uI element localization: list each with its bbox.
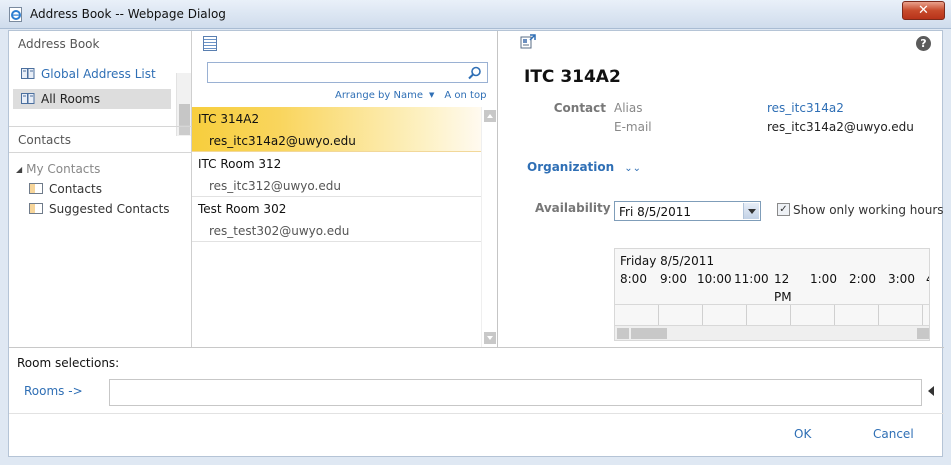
window-title: Address Book -- Webpage Dialog: [30, 7, 226, 21]
scroll-left-arrow[interactable]: [617, 328, 629, 339]
dropdown-arrow-icon[interactable]: [743, 203, 759, 219]
hour-label: 10:00: [697, 272, 732, 286]
bottom-divider: [9, 347, 944, 348]
tree-root-label: My Contacts: [26, 162, 101, 176]
organization-expander[interactable]: Organization ⌄⌄: [527, 160, 641, 174]
list-item[interactable]: Test Room 302 res_test302@uwyo.edu: [192, 197, 481, 242]
room-email: res_itc312@uwyo.edu: [209, 179, 341, 193]
room-list-pane: Arrange by Name ▼ A on top ITC 314A2 res_i…: [192, 31, 498, 347]
cancel-button[interactable]: Cancel: [873, 427, 914, 441]
expand-triangle-icon[interactable]: ◢: [16, 165, 22, 174]
hour-label: 4: [926, 272, 929, 286]
search-input[interactable]: [208, 63, 463, 82]
nav-item-global-address-list[interactable]: Global Address List: [13, 64, 171, 84]
contact-section-label: Contact: [553, 101, 606, 115]
scroll-right-arrow[interactable]: [917, 328, 929, 339]
room-name: Test Room 302: [198, 202, 287, 216]
button-divider: [9, 413, 944, 414]
alias-label: Alias: [614, 101, 643, 115]
tree-root-my-contacts[interactable]: ◢ My Contacts: [16, 162, 136, 176]
rooms-selection-field[interactable]: [109, 379, 922, 406]
sort-controls: Arrange by Name ▼ A on top: [335, 90, 486, 101]
hour-label: 3:00: [888, 272, 915, 286]
availability-label: Availability: [535, 201, 611, 215]
availability-schedule: Friday 8/5/2011 8:00 9:00 10:00 11:00 12…: [614, 248, 930, 341]
address-book-title: Address Book: [18, 37, 100, 51]
email-value: res_itc314a2@uwyo.edu: [767, 120, 914, 134]
date-value: Fri 8/5/2011: [619, 205, 692, 219]
hour-label: 8:00: [620, 272, 647, 286]
room-list-scrollbar[interactable]: [481, 107, 497, 347]
tree-item-contacts[interactable]: Contacts: [29, 182, 102, 196]
tree-item-suggested-contacts[interactable]: Suggested Contacts: [29, 202, 170, 216]
close-button[interactable]: ✕: [902, 1, 945, 20]
ok-button[interactable]: OK: [794, 427, 811, 441]
nav-item-label: All Rooms: [41, 92, 101, 106]
list-item[interactable]: ITC Room 312 res_itc312@uwyo.edu: [192, 152, 481, 197]
room-details-pane: ? ITC 314A2 Contact Alias res_itc314a2 E…: [499, 31, 944, 347]
arrange-by-dropdown[interactable]: Arrange by Name: [335, 90, 423, 101]
room-email: res_itc314a2@uwyo.edu: [209, 134, 356, 148]
hour-label: 2:00: [849, 272, 876, 286]
hour-label: 11:00: [734, 272, 769, 286]
address-list-panel: Global Address List All Rooms: [9, 59, 192, 136]
room-title: ITC 314A2: [524, 67, 621, 87]
room-name: ITC Room 312: [198, 157, 282, 171]
tree-item-label: Contacts: [49, 182, 102, 196]
collapse-arrow-icon[interactable]: [928, 386, 934, 396]
room-email: res_test302@uwyo.edu: [209, 224, 350, 238]
contact-card-icon: [29, 203, 43, 214]
alias-link[interactable]: res_itc314a2: [767, 101, 844, 115]
contact-card-icon: [29, 183, 43, 194]
contact-details-icon[interactable]: [520, 34, 536, 50]
list-item-selected[interactable]: ITC 314A2 res_itc314a2@uwyo.edu: [192, 107, 481, 152]
tree-item-label: Suggested Contacts: [49, 202, 170, 216]
hour-label: 12: [774, 272, 790, 286]
contacts-title: Contacts: [18, 133, 71, 147]
scroll-down-arrow[interactable]: [484, 332, 496, 344]
pm-label: PM: [774, 290, 792, 304]
chevron-down-icon[interactable]: ▼: [429, 91, 434, 99]
hour-label: 1:00: [810, 272, 837, 286]
hour-label: 9:00: [660, 272, 687, 286]
left-navigation: Address Book Global Address List All Roo…: [9, 31, 192, 347]
help-icon[interactable]: ?: [916, 36, 931, 51]
schedule-day-label: Friday 8/5/2011: [620, 254, 715, 268]
section-divider: [9, 152, 192, 153]
list-view-icon[interactable]: [203, 36, 217, 51]
address-book-dialog: Address Book Global Address List All Roo…: [8, 30, 944, 457]
title-bar: Address Book -- Webpage Dialog ✕: [0, 0, 951, 29]
date-dropdown[interactable]: Fri 8/5/2011: [614, 201, 761, 221]
ie-page-icon: [9, 7, 22, 22]
scroll-up-arrow[interactable]: [484, 110, 496, 122]
search-icon[interactable]: [468, 66, 482, 80]
schedule-scrollbar[interactable]: [615, 325, 929, 340]
schedule-grid: [615, 304, 929, 325]
room-name: ITC 314A2: [198, 112, 260, 126]
working-hours-checkbox[interactable]: ✓: [777, 203, 790, 216]
search-box[interactable]: [207, 62, 488, 83]
organization-label: Organization: [527, 160, 615, 174]
book-icon: [21, 65, 35, 79]
sort-order-toggle[interactable]: A on top: [444, 90, 486, 101]
email-label: E-mail: [614, 120, 652, 134]
room-list: ITC 314A2 res_itc314a2@uwyo.edu ITC Room…: [192, 107, 481, 242]
nav-item-all-rooms[interactable]: All Rooms: [13, 89, 171, 109]
double-chevron-down-icon[interactable]: ⌄⌄: [624, 163, 641, 174]
book-icon: [21, 90, 35, 104]
scrollbar-thumb[interactable]: [179, 104, 190, 126]
rooms-add-button[interactable]: Rooms ->: [24, 384, 83, 398]
working-hours-label[interactable]: Show only working hours: [793, 203, 944, 217]
room-selections-label: Room selections:: [17, 356, 120, 370]
scrollbar-thumb[interactable]: [631, 328, 667, 339]
section-divider: [9, 126, 192, 127]
nav-item-label: Global Address List: [41, 67, 156, 81]
